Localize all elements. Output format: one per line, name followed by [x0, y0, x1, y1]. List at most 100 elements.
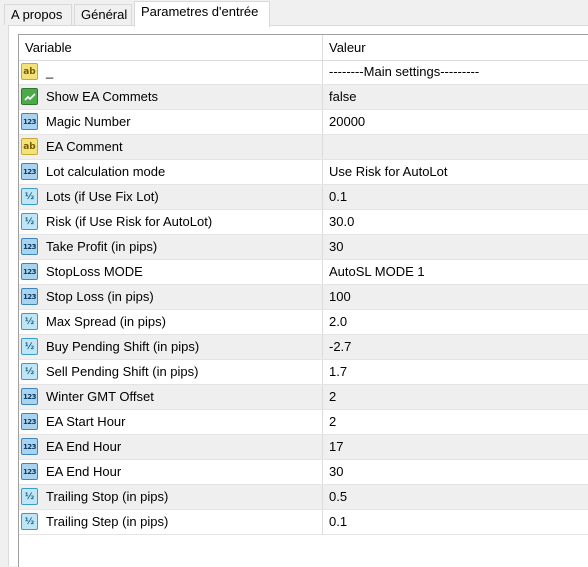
column-header-variable[interactable]: Variable	[25, 35, 72, 60]
variable-name: EA Start Hour	[46, 414, 126, 429]
table-row[interactable]: ab EA Comment	[19, 135, 588, 160]
cell-divider	[322, 110, 323, 134]
cell-divider	[322, 335, 323, 359]
double-type-icon: ½	[21, 313, 38, 330]
column-divider[interactable]	[322, 35, 323, 60]
table-row[interactable]: ½ Lots (if Use Fix Lot) 0.1	[19, 185, 588, 210]
variable-value[interactable]: false	[329, 85, 356, 109]
tab-bar: A propos Général Parametres d'entrée	[0, 0, 588, 27]
tab-panel: Variable Valeur ab _ --------Main settings…	[8, 25, 588, 567]
integer-type-icon: 123	[21, 263, 38, 280]
variable-name: EA End Hour	[46, 439, 122, 454]
table-row[interactable]: ab _ --------Main settings---------	[19, 60, 588, 85]
cell-divider	[322, 510, 323, 534]
double-type-icon: ½	[21, 188, 38, 205]
cell-divider	[322, 60, 323, 84]
variable-name: Winter GMT Offset	[46, 389, 154, 404]
double-type-icon: ½	[21, 513, 38, 530]
variable-value[interactable]: Use Risk for AutoLot	[329, 160, 448, 184]
variable-value[interactable]: 100	[329, 285, 351, 309]
double-type-icon: ½	[21, 338, 38, 355]
variable-name: Lot calculation mode	[46, 164, 166, 179]
double-type-icon: ½	[21, 488, 38, 505]
variable-name: Max Spread (in pips)	[46, 314, 166, 329]
table-row[interactable]: ½ Max Spread (in pips) 2.0	[19, 310, 588, 335]
table-row[interactable]: 123 Stop Loss (in pips) 100	[19, 285, 588, 310]
variable-value[interactable]: 2.0	[329, 310, 347, 334]
cell-divider	[322, 385, 323, 409]
variable-value[interactable]: 1.7	[329, 360, 347, 384]
tab-a-propos[interactable]: A propos	[4, 4, 72, 25]
variable-value[interactable]: 30	[329, 460, 343, 484]
tab-parametres-entree[interactable]: Parametres d'entrée	[134, 1, 270, 27]
inputs-grid: Variable Valeur ab _ --------Main settings…	[18, 34, 588, 567]
variable-value[interactable]: -2.7	[329, 335, 351, 359]
integer-type-icon: 123	[21, 238, 38, 255]
integer-type-icon: 123	[21, 288, 38, 305]
variable-name: Buy Pending Shift (in pips)	[46, 339, 200, 354]
table-row[interactable]: 123 EA Start Hour 2	[19, 410, 588, 435]
table-row[interactable]: 123 EA End Hour 17	[19, 435, 588, 460]
table-row[interactable]: 123 Lot calculation mode Use Risk for Auto…	[19, 160, 588, 185]
cell-divider	[322, 210, 323, 234]
variable-name: Trailing Step (in pips)	[46, 514, 169, 529]
table-row[interactable]: 123 StopLoss MODE AutoSL MODE 1	[19, 260, 588, 285]
column-header-value[interactable]: Valeur	[329, 35, 366, 60]
cell-divider	[322, 260, 323, 284]
table-row[interactable]: 123 Winter GMT Offset 2	[19, 385, 588, 410]
variable-value[interactable]: 17	[329, 435, 343, 459]
variable-name: Take Profit (in pips)	[46, 239, 158, 254]
cell-divider	[322, 160, 323, 184]
cell-divider	[322, 485, 323, 509]
cell-divider	[322, 435, 323, 459]
integer-type-icon: 123	[21, 438, 38, 455]
table-row[interactable]: ½ Risk (if Use Risk for AutoLot) 30.0	[19, 210, 588, 235]
cell-divider	[322, 410, 323, 434]
variable-value[interactable]: 2	[329, 385, 336, 409]
variable-value[interactable]: 2	[329, 410, 336, 434]
integer-type-icon: 123	[21, 113, 38, 130]
variable-name: _	[46, 64, 54, 79]
integer-type-icon: 123	[21, 163, 38, 180]
tab-general[interactable]: Général	[74, 4, 132, 25]
grid-rows: ab _ --------Main settings--------- Show EA…	[19, 60, 588, 535]
variable-value[interactable]: 0.1	[329, 510, 347, 534]
integer-type-icon: 123	[21, 388, 38, 405]
variable-value[interactable]: 30.0	[329, 210, 354, 234]
variable-value[interactable]: --------Main settings---------	[329, 60, 479, 84]
string-type-icon: ab	[21, 63, 38, 80]
cell-divider	[322, 360, 323, 384]
variable-value[interactable]: AutoSL MODE 1	[329, 260, 425, 284]
variable-name: Trailing Stop (in pips)	[46, 489, 169, 504]
table-row[interactable]: ½ Trailing Step (in pips) 0.1	[19, 510, 588, 535]
variable-value[interactable]: 0.5	[329, 485, 347, 509]
table-row[interactable]: 123 EA End Hour 30	[19, 460, 588, 485]
variable-name: EA End Hour	[46, 464, 122, 479]
table-row[interactable]: ½ Trailing Stop (in pips) 0.5	[19, 485, 588, 510]
table-row[interactable]: ½ Buy Pending Shift (in pips) -2.7	[19, 335, 588, 360]
cell-divider	[322, 85, 323, 109]
table-row[interactable]: Show EA Commets false	[19, 85, 588, 110]
table-row[interactable]: 123 Take Profit (in pips) 30	[19, 235, 588, 260]
integer-type-icon: 123	[21, 463, 38, 480]
variable-name: Stop Loss (in pips)	[46, 289, 154, 304]
variable-name: Show EA Commets	[46, 89, 158, 104]
variable-name: Sell Pending Shift (in pips)	[46, 364, 199, 379]
bool-type-icon	[21, 88, 38, 105]
table-row[interactable]: 123 Magic Number 20000	[19, 110, 588, 135]
variable-name: Magic Number	[46, 114, 131, 129]
double-type-icon: ½	[21, 363, 38, 380]
cell-divider	[322, 285, 323, 309]
cell-divider	[322, 460, 323, 484]
variable-name: Risk (if Use Risk for AutoLot)	[46, 214, 213, 229]
cell-divider	[322, 185, 323, 209]
variable-name: EA Comment	[46, 139, 123, 154]
table-row[interactable]: ½ Sell Pending Shift (in pips) 1.7	[19, 360, 588, 385]
variable-value[interactable]: 30	[329, 235, 343, 259]
variable-value[interactable]: 20000	[329, 110, 365, 134]
cell-divider	[322, 135, 323, 159]
cell-divider	[322, 235, 323, 259]
variable-value[interactable]: 0.1	[329, 185, 347, 209]
variable-name: StopLoss MODE	[46, 264, 143, 279]
cell-divider	[322, 310, 323, 334]
